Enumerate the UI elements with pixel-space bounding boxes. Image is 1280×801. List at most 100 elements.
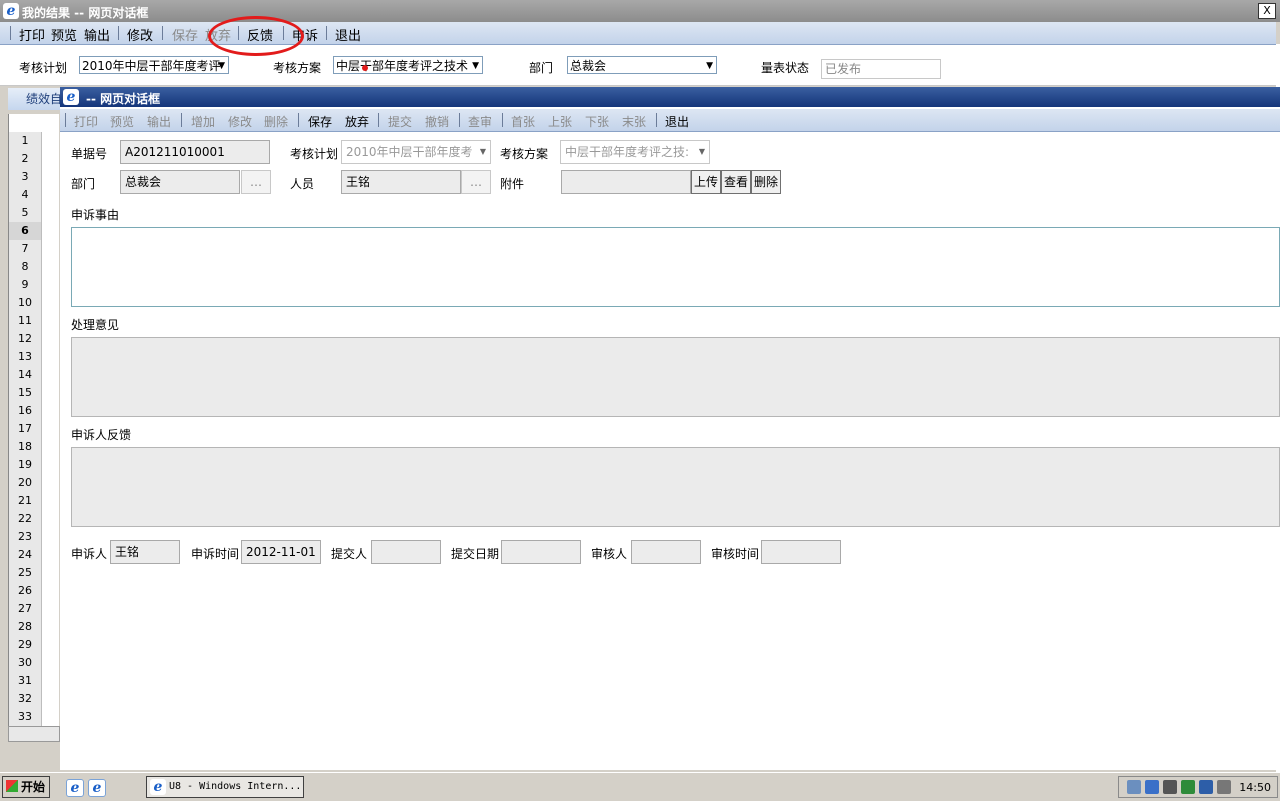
- row-number[interactable]: 13: [9, 348, 42, 367]
- horizontal-scrollbar[interactable]: [8, 726, 60, 742]
- dialog-titlebar: e -- 网页对话框: [60, 87, 1280, 107]
- appeal-dialog: e -- 网页对话框 打印 预览 输出 增加 修改 删除 保存 放弃 提交 撤销…: [60, 87, 1280, 770]
- dlg-last-button[interactable]: 末张: [622, 113, 646, 130]
- appeal-time-field[interactable]: 2012-11-01: [241, 540, 321, 564]
- row-number[interactable]: 16: [9, 402, 42, 421]
- row-number[interactable]: 11: [9, 312, 42, 331]
- dlg-add-button[interactable]: 增加: [191, 113, 215, 130]
- row-number[interactable]: 33: [9, 708, 42, 727]
- row-number[interactable]: 25: [9, 564, 42, 583]
- row-number[interactable]: 18: [9, 438, 42, 457]
- row-number[interactable]: 2: [9, 150, 42, 169]
- row-number[interactable]: 21: [9, 492, 42, 511]
- row-number[interactable]: 27: [9, 600, 42, 619]
- appellant-field[interactable]: 王铭: [110, 540, 180, 564]
- tray-app-icon[interactable]: [1127, 780, 1141, 794]
- side-tab[interactable]: 绩效自: [8, 88, 62, 110]
- row-number[interactable]: 22: [9, 510, 42, 529]
- dlg-edit-button[interactable]: 修改: [228, 113, 252, 130]
- dept-picker-button[interactable]: …: [241, 170, 271, 194]
- dlg-revoke-button[interactable]: 撤销: [425, 113, 449, 130]
- dlg-plan-select[interactable]: 2010年中层干部年度考 ▼: [341, 140, 491, 164]
- row-number[interactable]: 6: [9, 222, 42, 241]
- status-label: 量表状态: [761, 61, 810, 75]
- exit-button[interactable]: 退出: [335, 25, 361, 44]
- row-number[interactable]: 3: [9, 168, 42, 187]
- preview-button[interactable]: 预览: [51, 25, 77, 44]
- taskbar-window-button[interactable]: e U8 - Windows Intern...: [146, 776, 304, 798]
- edit-button[interactable]: 修改: [127, 25, 153, 44]
- row-number[interactable]: 8: [9, 258, 42, 277]
- tray-shield-icon[interactable]: [1181, 780, 1195, 794]
- print-button[interactable]: 打印: [19, 25, 45, 44]
- dlg-next-button[interactable]: 下张: [585, 113, 609, 130]
- tray-ime-icon[interactable]: [1199, 780, 1213, 794]
- dlg-delete-button[interactable]: 删除: [264, 113, 288, 130]
- row-number[interactable]: 1: [9, 132, 42, 151]
- row-number[interactable]: 30: [9, 654, 42, 673]
- row-number[interactable]: 9: [9, 276, 42, 295]
- tray-vm-icon[interactable]: [1217, 780, 1231, 794]
- review-time-field[interactable]: [761, 540, 841, 564]
- view-button[interactable]: 查看: [721, 170, 751, 194]
- attach-field[interactable]: [561, 170, 691, 194]
- row-number[interactable]: 26: [9, 582, 42, 601]
- outer-toolbar: 打印 预览 输出 修改 保存 放弃 反馈 申诉 退出: [0, 22, 1276, 45]
- row-number[interactable]: 32: [9, 690, 42, 709]
- row-number[interactable]: 7: [9, 240, 42, 259]
- toolbar-separator: [502, 113, 503, 127]
- row-number[interactable]: 31: [9, 672, 42, 691]
- row-number[interactable]: 20: [9, 474, 42, 493]
- delete-attachment-button[interactable]: 删除: [751, 170, 781, 194]
- export-button[interactable]: 输出: [84, 25, 110, 44]
- toolbar-separator: [656, 113, 657, 127]
- submit-date-field[interactable]: [501, 540, 581, 564]
- row-number[interactable]: 23: [9, 528, 42, 547]
- reviewer-field[interactable]: [631, 540, 701, 564]
- dlg-print-button[interactable]: 打印: [74, 113, 98, 130]
- submitter-field[interactable]: [371, 540, 441, 564]
- person-picker-button[interactable]: …: [461, 170, 491, 194]
- doc-no-label: 单据号: [71, 147, 108, 161]
- row-number[interactable]: 10: [9, 294, 42, 313]
- tray-network-icon[interactable]: [1145, 780, 1159, 794]
- doc-no-field[interactable]: A201211010001: [120, 140, 270, 164]
- row-number[interactable]: 15: [9, 384, 42, 403]
- dlg-dept-field[interactable]: 总裁会: [120, 170, 240, 194]
- dlg-preview-button[interactable]: 预览: [110, 113, 134, 130]
- dlg-first-button[interactable]: 首张: [511, 113, 535, 130]
- reason-textarea[interactable]: [71, 227, 1280, 307]
- start-button[interactable]: 开始: [2, 776, 50, 798]
- row-number[interactable]: 29: [9, 636, 42, 655]
- row-number[interactable]: 5: [9, 204, 42, 223]
- tray-monitor-icon[interactable]: [1163, 780, 1177, 794]
- upload-button[interactable]: 上传: [691, 170, 721, 194]
- opinion-textarea[interactable]: [71, 337, 1280, 417]
- dlg-discard-button[interactable]: 放弃: [345, 113, 369, 130]
- ie-quicklaunch-icon-2[interactable]: e: [88, 779, 106, 797]
- row-number[interactable]: 14: [9, 366, 42, 385]
- row-number[interactable]: 17: [9, 420, 42, 439]
- close-icon[interactable]: X: [1258, 3, 1276, 19]
- dlg-audit-button[interactable]: 查审: [468, 113, 492, 130]
- feedback-textarea[interactable]: [71, 447, 1280, 527]
- row-number[interactable]: 19: [9, 456, 42, 475]
- row-number[interactable]: 4: [9, 186, 42, 205]
- dlg-prev-button[interactable]: 上张: [548, 113, 572, 130]
- dlg-exit-button[interactable]: 退出: [665, 113, 689, 130]
- dlg-export-button[interactable]: 输出: [147, 113, 171, 130]
- dlg-scheme-select[interactable]: 中层干部年度考评之技: ▼: [560, 140, 710, 164]
- scheme-select[interactable]: 中层干部年度考评之技术 ▼: [333, 56, 483, 74]
- cursor-marker: [362, 65, 368, 71]
- ie-quicklaunch-icon[interactable]: e: [66, 779, 84, 797]
- dlg-submit-button[interactable]: 提交: [388, 113, 412, 130]
- dlg-save-button[interactable]: 保存: [308, 113, 332, 130]
- dept-select[interactable]: 总裁会 ▼: [567, 56, 717, 74]
- row-number[interactable]: 12: [9, 330, 42, 349]
- row-number[interactable]: 28: [9, 618, 42, 637]
- person-field[interactable]: 王铭: [341, 170, 461, 194]
- clock[interactable]: 14:50: [1239, 781, 1271, 794]
- plan-select[interactable]: 2010年中层干部年度考评 ▼: [79, 56, 229, 74]
- row-number[interactable]: 24: [9, 546, 42, 565]
- save-button[interactable]: 保存: [172, 25, 198, 44]
